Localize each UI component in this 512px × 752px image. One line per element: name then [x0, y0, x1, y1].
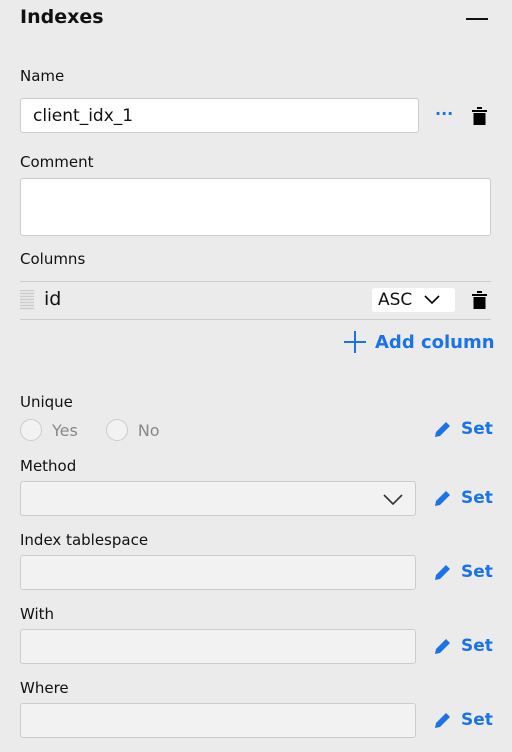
- more-icon[interactable]: ···: [435, 104, 453, 123]
- with-input[interactable]: [20, 629, 416, 664]
- set-label: Set: [461, 419, 493, 439]
- radio-no[interactable]: [105, 419, 128, 441]
- pencil-icon: [435, 639, 450, 654]
- name-input[interactable]: client_idx_1: [20, 98, 419, 133]
- trash-icon[interactable]: [472, 107, 487, 125]
- radio-yes[interactable]: [20, 419, 42, 441]
- column-name: id: [44, 288, 62, 310]
- tablespace-set-button[interactable]: Set: [433, 562, 493, 582]
- comment-textarea[interactable]: [20, 178, 491, 236]
- add-column-label: Add column: [375, 331, 495, 353]
- where-input[interactable]: [20, 703, 416, 738]
- pencil-icon: [435, 565, 450, 580]
- name-label: Name: [20, 67, 65, 85]
- pencil-icon: [435, 491, 450, 506]
- set-label: Set: [461, 562, 493, 582]
- order-value: ASC: [378, 290, 413, 310]
- chevron-down-icon: [383, 494, 403, 506]
- comment-label: Comment: [20, 153, 94, 171]
- method-label: Method: [20, 457, 77, 475]
- unique-label: Unique: [20, 393, 73, 411]
- trash-icon[interactable]: [472, 291, 487, 309]
- chevron-down-icon: [424, 295, 440, 305]
- tablespace-label: Index tablespace: [20, 531, 149, 549]
- plus-icon: [344, 331, 366, 353]
- set-label: Set: [461, 710, 493, 730]
- radio-no-label: No: [137, 420, 160, 440]
- section-title: Indexes: [20, 6, 104, 28]
- set-label: Set: [461, 488, 493, 508]
- where-set-button[interactable]: Set: [433, 710, 493, 730]
- radio-yes-label: Yes: [52, 420, 78, 440]
- unique-set-button[interactable]: Set: [433, 419, 493, 439]
- columns-label: Columns: [20, 250, 86, 268]
- set-label: Set: [461, 636, 493, 656]
- with-set-button[interactable]: Set: [433, 636, 493, 656]
- pencil-icon: [435, 422, 450, 437]
- add-column-button[interactable]: Add column: [344, 331, 495, 353]
- tablespace-input[interactable]: [20, 555, 416, 590]
- method-set-button[interactable]: Set: [433, 488, 493, 508]
- drag-handle-icon[interactable]: [20, 290, 34, 310]
- with-label: With: [20, 605, 55, 623]
- pencil-icon: [435, 713, 450, 728]
- order-select[interactable]: ASC: [372, 288, 455, 312]
- collapse-icon[interactable]: [466, 18, 488, 20]
- method-select[interactable]: [20, 481, 416, 516]
- where-label: Where: [20, 679, 69, 697]
